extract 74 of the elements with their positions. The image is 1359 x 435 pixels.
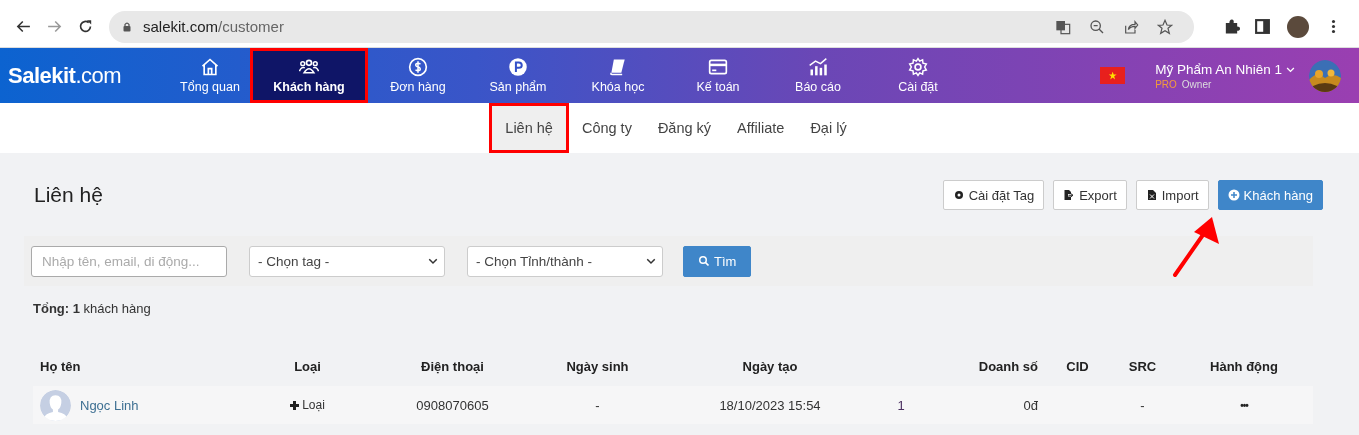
column-header: CID — [1065, 358, 1090, 376]
translate-icon[interactable] — [1055, 18, 1071, 35]
nav-item[interactable]: Kế toán — [668, 48, 768, 103]
column-header: Điện thoại — [420, 358, 485, 376]
people-icon — [299, 57, 319, 77]
nav-item[interactable]: Sản phẩm — [468, 48, 568, 103]
search-button[interactable]: Tìm — [683, 245, 752, 277]
back-icon[interactable] — [15, 18, 32, 35]
settings-icon — [952, 189, 965, 201]
zoom-out-icon[interactable] — [1089, 18, 1105, 35]
dollar-coin-icon — [408, 57, 428, 77]
column-header: Hành động — [1209, 358, 1279, 376]
file-arrow-icon — [1063, 189, 1076, 201]
p-circle-icon — [508, 57, 528, 77]
reload-icon[interactable] — [77, 18, 94, 35]
vietnam-flag-icon[interactable] — [1100, 67, 1126, 84]
settings-icon — [908, 57, 928, 77]
table-cell-text: - — [595, 397, 600, 413]
lock-icon — [121, 20, 133, 33]
profile-avatar[interactable] — [1287, 15, 1309, 38]
url-text: salekit.com/customer — [143, 18, 284, 35]
table-cell-text: 0908070605 — [416, 397, 489, 413]
sub-tab[interactable]: Đăng ký — [644, 103, 725, 153]
plus-circle-icon — [1227, 189, 1240, 201]
action-button[interactable]: Export — [1053, 180, 1127, 210]
table-cell-text: 18/10/2023 15:54 — [719, 397, 821, 413]
search-field[interactable]: Nhập tên, email, di động... — [31, 245, 227, 277]
share-icon[interactable] — [1123, 18, 1139, 35]
forward-icon[interactable] — [46, 18, 63, 35]
action-button[interactable]: Khách hàng — [1217, 180, 1323, 210]
column-header: SRC — [1127, 358, 1158, 376]
credit-card-icon — [708, 57, 728, 77]
side-panel-icon[interactable] — [1254, 18, 1271, 35]
nav-item[interactable]: Báo cáo — [768, 48, 868, 103]
house-icon — [200, 57, 220, 77]
role-label: Owner — [1181, 78, 1212, 90]
total-count: Tổng: 1 khách hàng — [33, 301, 152, 316]
avatar-icon — [40, 389, 71, 421]
bookmark-star-icon[interactable] — [1157, 18, 1173, 35]
chevron-down-icon — [646, 256, 656, 266]
dropdown[interactable]: - Chọn tag - — [249, 245, 445, 277]
nav-item[interactable]: Cài đặt — [868, 48, 968, 103]
nav-item[interactable]: Tổng quan — [170, 48, 250, 103]
sub-tab[interactable]: Affiliate — [724, 103, 798, 153]
dropdown[interactable]: - Chọn Tỉnh/thành - — [467, 245, 663, 277]
table-cell-text: 0đ — [1023, 397, 1038, 413]
column-header: Ngày tạo — [741, 358, 799, 376]
sub-tab[interactable]: Công ty — [568, 103, 645, 153]
nav-item[interactable]: Khách hàng — [250, 48, 368, 103]
nav-item[interactable]: Đơn hàng — [368, 48, 468, 103]
add-type-link[interactable]: Loại — [290, 398, 325, 412]
excel-file-icon — [1145, 189, 1158, 201]
search-icon — [698, 255, 710, 267]
column-header: Doanh số — [977, 358, 1039, 376]
column-header: Loại — [293, 358, 322, 376]
action-button[interactable]: Import — [1135, 180, 1209, 210]
address-bar[interactable]: salekit.com/customer — [109, 10, 1194, 43]
nav-item[interactable]: Khóa học — [568, 48, 668, 103]
more-actions-button[interactable]: ••• — [1240, 399, 1248, 411]
action-button[interactable]: Cài đặt Tag — [942, 180, 1045, 210]
sub-tab[interactable]: Đại lý — [797, 103, 860, 153]
column-header: Ngày sinh — [565, 358, 630, 376]
plan-label: PRO — [1155, 78, 1177, 90]
table-cell-text: 1 — [897, 397, 905, 413]
table-cell-text: - — [1140, 397, 1145, 413]
extensions-icon[interactable] — [1223, 18, 1240, 35]
sub-tab[interactable]: Liên hệ — [489, 103, 569, 153]
page-title: Liên hệ — [34, 183, 103, 207]
contact-name-link[interactable]: Ngọc Linh — [80, 397, 139, 413]
chevron-down-icon — [428, 256, 438, 266]
logo[interactable]: Salekit.com — [0, 62, 170, 89]
bar-chart-icon — [808, 57, 828, 77]
account-name[interactable]: Mỹ Phẩm An Nhiên 1 — [1155, 61, 1295, 77]
column-header: Họ tên — [39, 358, 82, 376]
